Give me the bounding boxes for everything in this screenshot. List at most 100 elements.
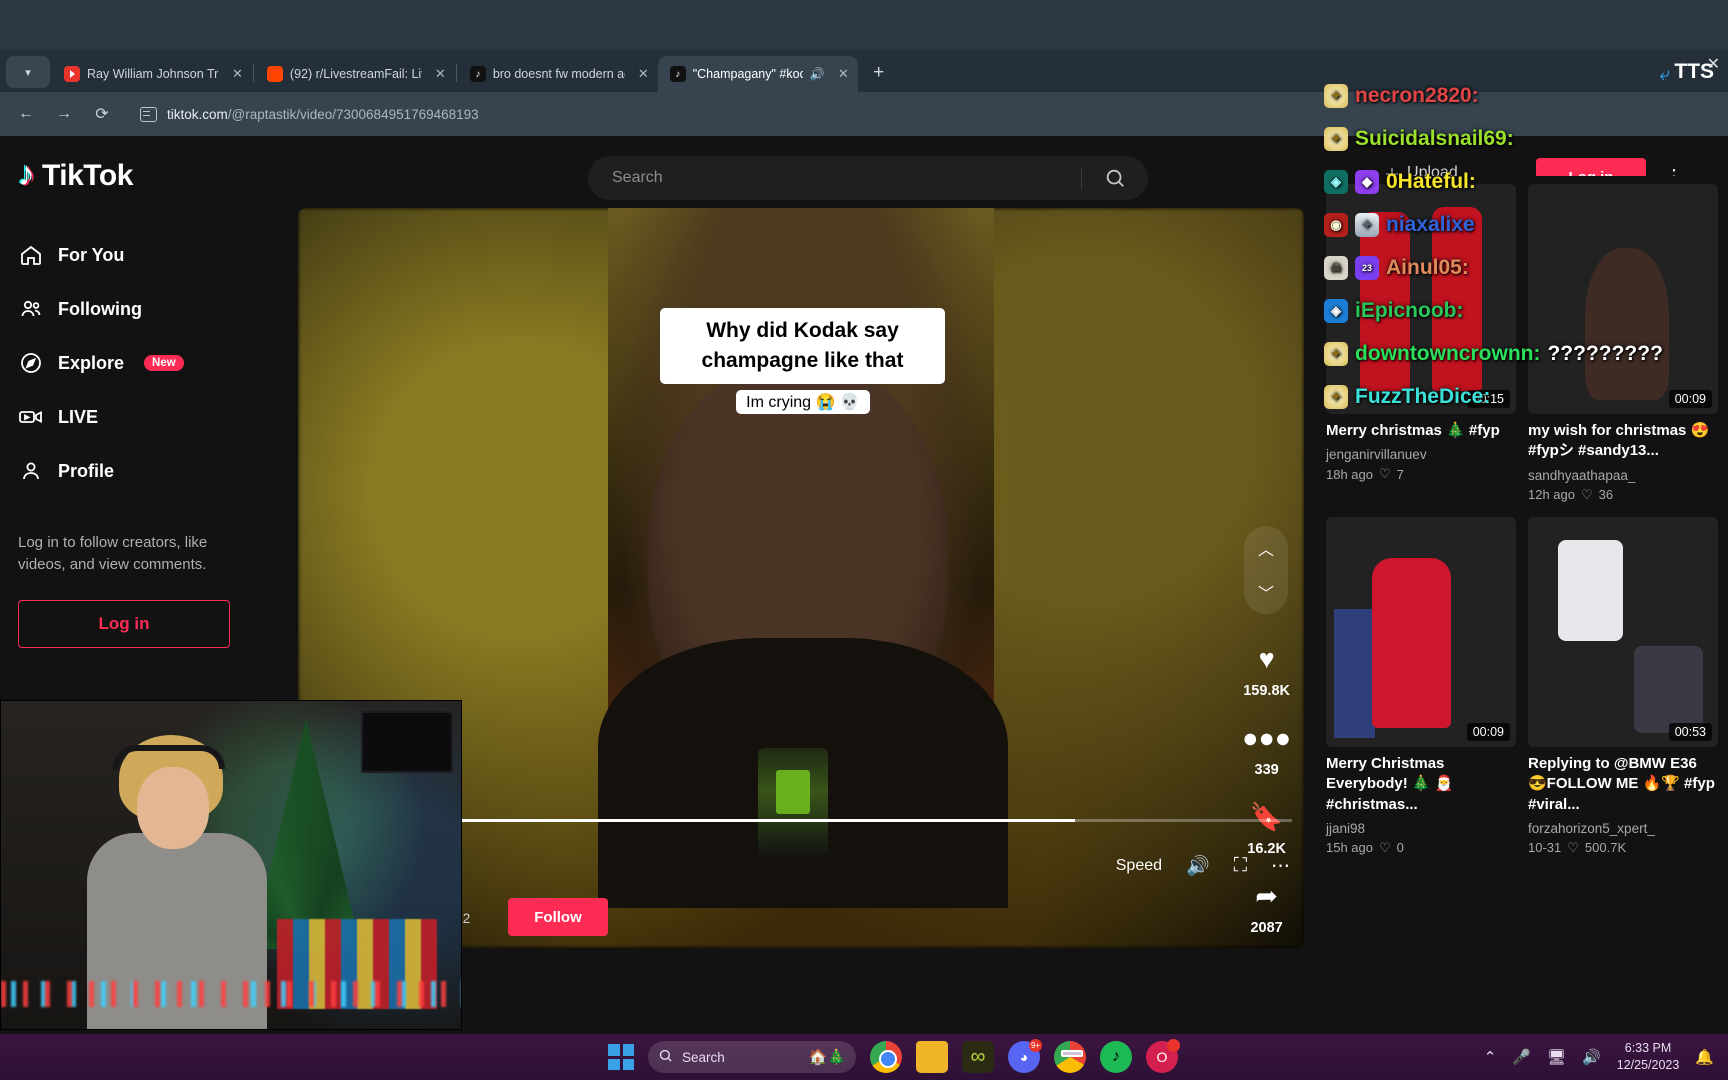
notification-badge [1167, 1039, 1180, 1052]
infinity-app-icon[interactable]: ∞ [962, 1041, 994, 1073]
search-input[interactable] [588, 169, 1081, 187]
reddit-icon [266, 66, 283, 82]
chat-username[interactable]: Suicidalsnail69: [1355, 127, 1514, 151]
heart-icon: ♥ [1258, 643, 1275, 674]
new-badge: New [144, 355, 184, 371]
chat-username[interactable]: necron2820: [1355, 84, 1479, 108]
chat-username[interactable]: iEpicnoob: [1355, 299, 1464, 323]
video-nav-arrows[interactable]: ︿ ﹀ [1244, 526, 1288, 614]
chat-username[interactable]: downtowncrownn: [1355, 342, 1540, 366]
speaker-icon[interactable]: 🔊 [1186, 854, 1210, 878]
browser-tab-active[interactable]: ♪ "Champagany" #kodakblac 🔊 ✕ [657, 56, 858, 92]
video-author[interactable]: sandhyaathapaa_ [1528, 468, 1718, 483]
video-author[interactable]: forzahorizon5_xpert_ [1528, 821, 1718, 836]
back-button[interactable]: ← [14, 102, 38, 126]
video-stats: 10-31 ♡ 500.7K [1528, 840, 1718, 856]
video-author[interactable]: jjani98 [1326, 821, 1516, 836]
close-icon[interactable]: ✕ [429, 66, 446, 82]
tab-separator [455, 64, 457, 82]
tab-search-button[interactable]: ▾ [6, 56, 50, 88]
browser-tab[interactable]: (92) r/LivestreamFail: Livestream ✕ [255, 56, 455, 92]
video-author[interactable]: jenganirvillanuev [1326, 447, 1516, 462]
chevron-up-icon[interactable]: ⌃ [1484, 1048, 1497, 1066]
sidebar-item-profile[interactable]: Profile [18, 444, 282, 498]
share-button[interactable]: ➦ 2087 [1246, 875, 1288, 937]
taskbar-search[interactable]: Search 🏠🎄 [648, 1041, 856, 1073]
close-icon[interactable]: ✕ [226, 66, 243, 82]
windows-icon[interactable] [608, 1044, 634, 1070]
new-tab-button[interactable]: + [864, 58, 894, 88]
people-icon [18, 296, 44, 322]
tiktok-icon: ♪ [469, 66, 486, 82]
chat-badge-icon: ◈ [1324, 169, 1348, 194]
video-like-count: 7 [1396, 466, 1404, 482]
chrome-icon[interactable] [870, 1041, 902, 1073]
tiktok-wordmark: TikTok [42, 159, 133, 192]
sidebar-item-for-you[interactable]: For You [18, 228, 282, 282]
heart-outline-icon: ♡ [1567, 839, 1579, 855]
ellipsis-icon[interactable]: ⋯ [1271, 855, 1290, 878]
sidebar-item-live[interactable]: LIVE [18, 390, 282, 444]
video-progress-bar[interactable] [458, 819, 1292, 822]
heart-outline-icon: ♡ [1581, 486, 1593, 502]
clock-time: 6:33 PM [1624, 1041, 1672, 1056]
tab-title: (92) r/LivestreamFail: Livestream [289, 67, 422, 81]
chevron-down-icon[interactable]: ﹀ [1258, 580, 1274, 604]
opera-gx-icon[interactable]: O [1146, 1039, 1180, 1073]
sidebar-item-following[interactable]: Following [18, 282, 282, 336]
chat-message: ◈ iEpicnoob: [1324, 289, 1720, 332]
clock[interactable]: 6:33 PM 12/25/2023 [1617, 1040, 1680, 1074]
bell-icon[interactable]: 🔔 [1695, 1048, 1714, 1066]
streamer-webcam[interactable] [0, 700, 462, 1030]
chat-username[interactable]: Ainul05: [1386, 256, 1469, 280]
file-explorer-icon[interactable] [916, 1041, 948, 1073]
tab-audio-icon[interactable]: 🔊 [810, 67, 825, 81]
forward-button[interactable]: → [52, 102, 76, 126]
browser-tab[interactable]: ♪ bro doesnt fw modern agricultu ✕ [458, 56, 658, 92]
follow-button[interactable]: Follow [508, 898, 608, 936]
search-icon[interactable] [1082, 167, 1148, 189]
search-bar[interactable] [588, 156, 1148, 200]
close-icon[interactable]: ✕ [1707, 54, 1720, 74]
tiktok-logo[interactable]: ♪ TikTok [18, 157, 133, 193]
heart-outline-icon: ♡ [1379, 839, 1391, 855]
url-domain: tiktok.com [167, 106, 228, 122]
like-button[interactable]: ♥ 159.8K [1243, 638, 1290, 700]
fullscreen-icon[interactable]: ⛶ [1234, 855, 1247, 877]
discord-icon[interactable]: ◕ 9+ [1008, 1039, 1042, 1073]
spotify-icon[interactable]: ♪ [1100, 1041, 1132, 1073]
sidebar-item-explore[interactable]: Explore New [18, 336, 282, 390]
video-action-rail: ♥ 159.8K ●●● 339 🔖 16.2K ➦ 2087 [1242, 638, 1291, 948]
heart-outline-icon: ♡ [1379, 466, 1391, 482]
video-controls: Speed 🔊 ⛶ ⋯ [1116, 854, 1290, 878]
sidebar-item-label: For You [58, 244, 125, 265]
chat-username[interactable]: 0Hateful: [1386, 170, 1476, 194]
chevron-up-icon[interactable]: ︿ [1258, 536, 1274, 560]
recommendation-card[interactable]: 00:53 Replying to @BMW E36 😎FOLLOW ME 🔥🏆… [1528, 516, 1718, 856]
clock-date: 12/25/2023 [1616, 1058, 1680, 1072]
bookmark-button[interactable]: 🔖 16.2K [1246, 796, 1288, 857]
comment-count: 339 [1254, 762, 1279, 778]
sidebar-login-button[interactable]: Log in [18, 599, 230, 648]
microphone-icon[interactable]: 🎤 [1512, 1048, 1531, 1066]
live-video-icon [18, 404, 44, 430]
video-time: 15h ago [1326, 840, 1373, 856]
video-caption: Merry Christmas Everybody! 🎄 🎅 #christma… [1326, 754, 1454, 813]
browser-tab[interactable]: Ray William Johnson Tried to W ✕ [52, 56, 252, 92]
video-thumbnail[interactable]: 00:53 [1528, 516, 1718, 747]
chat-username[interactable]: niaxalixe [1386, 213, 1475, 237]
speaker-icon[interactable]: 🔊 [1582, 1048, 1601, 1066]
speed-button[interactable]: Speed [1116, 857, 1162, 875]
network-icon[interactable]: 🖥 [1547, 1048, 1566, 1066]
comment-button[interactable]: ●●● 339 [1242, 717, 1291, 779]
recommendation-card[interactable]: 00:09 Merry Christmas Everybody! 🎄 🎅 #ch… [1326, 516, 1516, 856]
site-info-icon[interactable] [140, 106, 157, 122]
close-icon[interactable]: ✕ [632, 66, 649, 82]
curved-arrow-icon[interactable]: ⤶ [1659, 64, 1670, 86]
chat-username[interactable]: FuzzTheDice: [1355, 385, 1490, 409]
video-thumbnail[interactable]: 00:09 [1326, 516, 1516, 747]
close-icon[interactable]: ✕ [832, 66, 849, 82]
chat-message: ◉ ✦ niaxalixe [1324, 203, 1720, 246]
reload-button[interactable]: ⟳ [90, 102, 114, 126]
chrome-icon[interactable] [1054, 1041, 1086, 1073]
